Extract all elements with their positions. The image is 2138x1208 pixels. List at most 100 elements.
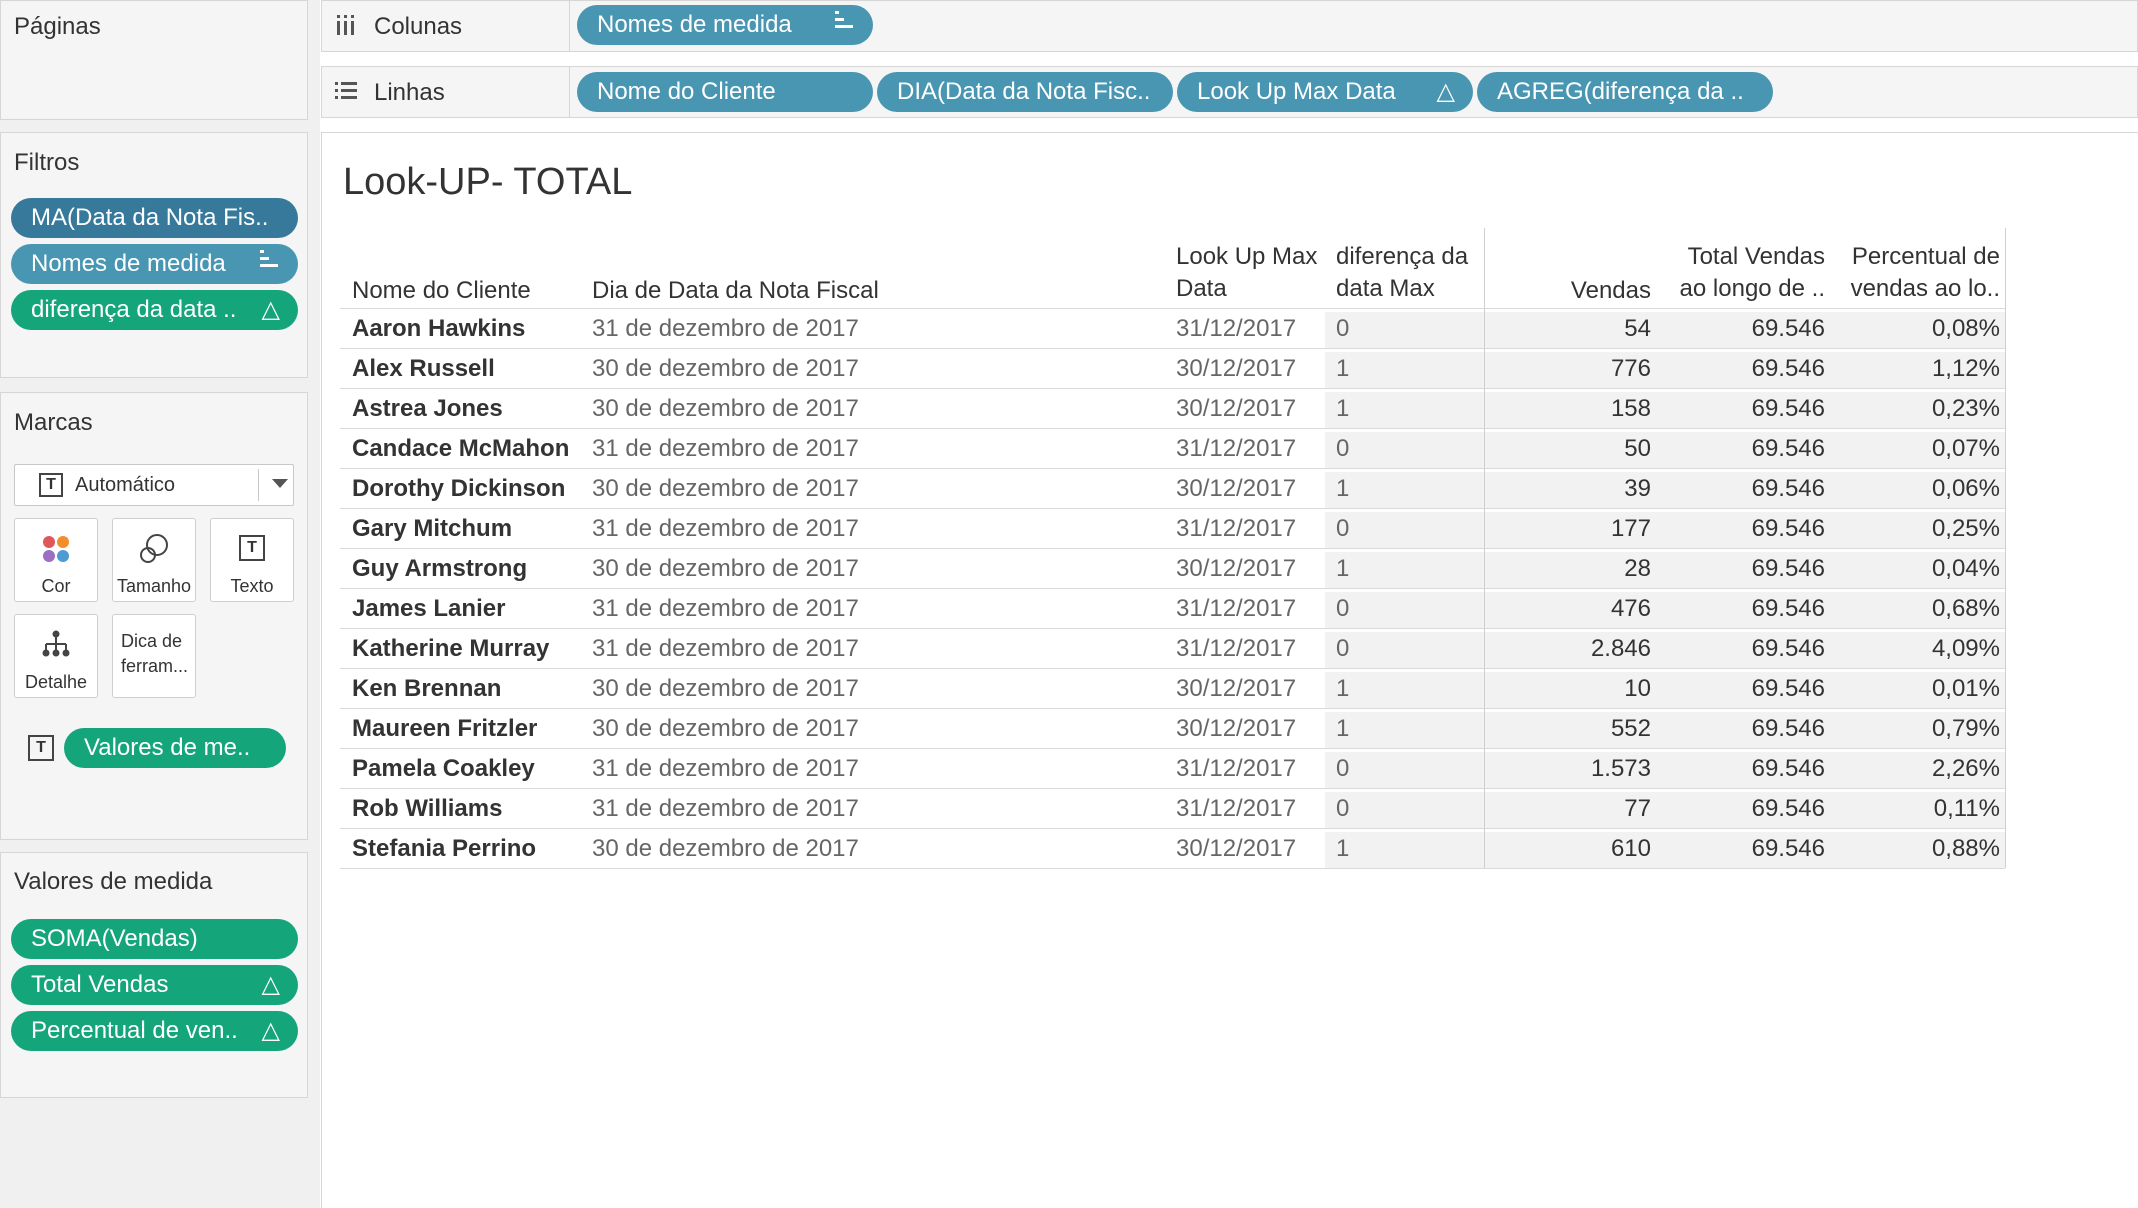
cell-sales[interactable]: 50 — [1486, 429, 1651, 469]
cell-invoice-day[interactable]: 31 de dezembro de 2017 — [592, 429, 859, 469]
cell-customer-name[interactable]: Gary Mitchum — [352, 509, 512, 549]
header-lookup-max-date[interactable]: Look Up Max Data — [1176, 241, 1317, 305]
cell-sales-percentage[interactable]: 0,04% — [1835, 549, 2000, 589]
cell-sales-percentage[interactable]: 1,12% — [1835, 349, 2000, 389]
cell-customer-name[interactable]: Guy Armstrong — [352, 549, 527, 589]
columns-shelf[interactable]: Colunas Nomes de medida — [321, 0, 2138, 52]
cell-sales[interactable]: 1.573 — [1486, 749, 1651, 789]
cell-date-difference[interactable]: 0 — [1336, 429, 1349, 469]
header-date-difference[interactable]: diferença da data Max — [1336, 241, 1468, 305]
cell-total-sales[interactable]: 69.546 — [1660, 389, 1825, 429]
cell-lookup-max-date[interactable]: 30/12/2017 — [1176, 669, 1296, 709]
cell-total-sales[interactable]: 69.546 — [1660, 789, 1825, 829]
cell-invoice-day[interactable]: 30 de dezembro de 2017 — [592, 669, 859, 709]
rows-shelf[interactable]: Linhas Nome do Cliente DIA(Data da Nota … — [321, 66, 2138, 118]
measure-pill-sales-sum[interactable]: SOMA(Vendas) — [11, 919, 298, 959]
cell-customer-name[interactable]: Candace McMahon — [352, 429, 569, 469]
cell-total-sales[interactable]: 69.546 — [1660, 669, 1825, 709]
header-sales[interactable]: Vendas — [1486, 275, 1651, 307]
cell-sales[interactable]: 177 — [1486, 509, 1651, 549]
cell-sales[interactable]: 610 — [1486, 829, 1651, 869]
cell-customer-name[interactable]: Rob Williams — [352, 789, 502, 829]
cell-invoice-day[interactable]: 30 de dezembro de 2017 — [592, 829, 859, 869]
size-mark-button[interactable]: Tamanho — [112, 518, 196, 602]
tooltip-mark-button[interactable]: Dica de ferram... — [112, 614, 196, 698]
cell-lookup-max-date[interactable]: 30/12/2017 — [1176, 469, 1296, 509]
cell-total-sales[interactable]: 69.546 — [1660, 429, 1825, 469]
cell-invoice-day[interactable]: 31 de dezembro de 2017 — [592, 789, 859, 829]
cell-total-sales[interactable]: 69.546 — [1660, 349, 1825, 389]
cell-date-difference[interactable]: 1 — [1336, 709, 1349, 749]
cell-customer-name[interactable]: Maureen Fritzler — [352, 709, 537, 749]
cell-sales-percentage[interactable]: 0,07% — [1835, 429, 2000, 469]
cell-total-sales[interactable]: 69.546 — [1660, 589, 1825, 629]
cell-lookup-max-date[interactable]: 30/12/2017 — [1176, 549, 1296, 589]
cell-sales-percentage[interactable]: 0,11% — [1835, 789, 2000, 829]
rows-pill-date-difference[interactable]: AGREG(diferença da .. — [1477, 72, 1773, 112]
cell-sales-percentage[interactable]: 0,23% — [1835, 389, 2000, 429]
cell-lookup-max-date[interactable]: 30/12/2017 — [1176, 389, 1296, 429]
cell-lookup-max-date[interactable]: 31/12/2017 — [1176, 429, 1296, 469]
cell-lookup-max-date[interactable]: 31/12/2017 — [1176, 309, 1296, 349]
cell-lookup-max-date[interactable]: 31/12/2017 — [1176, 749, 1296, 789]
measure-pill-sales-percentage[interactable]: Percentual de ven.. △ — [11, 1011, 298, 1051]
cell-total-sales[interactable]: 69.546 — [1660, 509, 1825, 549]
cell-invoice-day[interactable]: 31 de dezembro de 2017 — [592, 629, 859, 669]
cell-lookup-max-date[interactable]: 31/12/2017 — [1176, 509, 1296, 549]
cell-lookup-max-date[interactable]: 30/12/2017 — [1176, 829, 1296, 869]
color-mark-button[interactable]: Cor — [14, 518, 98, 602]
cell-total-sales[interactable]: 69.546 — [1660, 549, 1825, 589]
cell-invoice-day[interactable]: 30 de dezembro de 2017 — [592, 549, 859, 589]
header-sales-percentage[interactable]: Percentual de vendas ao lo.. — [1835, 241, 2000, 305]
cell-sales[interactable]: 77 — [1486, 789, 1651, 829]
cell-sales[interactable]: 2.846 — [1486, 629, 1651, 669]
cell-customer-name[interactable]: Dorothy Dickinson — [352, 469, 565, 509]
cell-sales[interactable]: 476 — [1486, 589, 1651, 629]
filter-pill-date-difference[interactable]: diferença da data .. △ — [11, 290, 298, 330]
cell-sales[interactable]: 39 — [1486, 469, 1651, 509]
cell-sales-percentage[interactable]: 0,08% — [1835, 309, 2000, 349]
cell-customer-name[interactable]: Alex Russell — [352, 349, 495, 389]
cell-sales-percentage[interactable]: 0,01% — [1835, 669, 2000, 709]
cell-total-sales[interactable]: 69.546 — [1660, 749, 1825, 789]
cell-invoice-day[interactable]: 30 de dezembro de 2017 — [592, 349, 859, 389]
cell-lookup-max-date[interactable]: 31/12/2017 — [1176, 789, 1296, 829]
cell-date-difference[interactable]: 1 — [1336, 549, 1349, 589]
filter-pill-measure-names[interactable]: Nomes de medida — [11, 244, 298, 284]
cell-date-difference[interactable]: 0 — [1336, 629, 1349, 669]
columns-pill-measure-names[interactable]: Nomes de medida — [577, 5, 873, 45]
cell-customer-name[interactable]: Katherine Murray — [352, 629, 549, 669]
mark-type-dropdown[interactable]: T Automático — [14, 464, 294, 506]
cell-total-sales[interactable]: 69.546 — [1660, 469, 1825, 509]
cell-sales[interactable]: 28 — [1486, 549, 1651, 589]
cell-date-difference[interactable]: 1 — [1336, 349, 1349, 389]
pages-panel[interactable]: Páginas — [0, 0, 308, 120]
chevron-down-icon[interactable] — [272, 479, 288, 488]
cell-lookup-max-date[interactable]: 30/12/2017 — [1176, 349, 1296, 389]
cell-sales[interactable]: 10 — [1486, 669, 1651, 709]
cell-sales[interactable]: 54 — [1486, 309, 1651, 349]
cell-sales-percentage[interactable]: 0,25% — [1835, 509, 2000, 549]
cell-date-difference[interactable]: 0 — [1336, 589, 1349, 629]
cell-sales[interactable]: 158 — [1486, 389, 1651, 429]
cell-lookup-max-date[interactable]: 31/12/2017 — [1176, 589, 1296, 629]
cell-total-sales[interactable]: 69.546 — [1660, 709, 1825, 749]
text-mark-button[interactable]: T Texto — [210, 518, 294, 602]
rows-pill-customer-name[interactable]: Nome do Cliente — [577, 72, 873, 112]
cell-invoice-day[interactable]: 31 de dezembro de 2017 — [592, 589, 859, 629]
detail-mark-button[interactable]: Detalhe — [14, 614, 98, 698]
cell-date-difference[interactable]: 1 — [1336, 829, 1349, 869]
measure-pill-total-sales[interactable]: Total Vendas △ — [11, 965, 298, 1005]
cell-sales[interactable]: 552 — [1486, 709, 1651, 749]
cell-customer-name[interactable]: Aaron Hawkins — [352, 309, 525, 349]
header-customer-name[interactable]: Nome do Cliente — [352, 275, 531, 307]
cell-invoice-day[interactable]: 31 de dezembro de 2017 — [592, 309, 859, 349]
marks-pill-measure-values[interactable]: Valores de me.. — [64, 728, 286, 768]
cell-total-sales[interactable]: 69.546 — [1660, 629, 1825, 669]
cell-customer-name[interactable]: Ken Brennan — [352, 669, 501, 709]
rows-pill-invoice-day[interactable]: DIA(Data da Nota Fisc.. — [877, 72, 1173, 112]
header-invoice-day[interactable]: Dia de Data da Nota Fiscal — [592, 275, 879, 307]
cell-sales-percentage[interactable]: 0,79% — [1835, 709, 2000, 749]
cell-date-difference[interactable]: 1 — [1336, 469, 1349, 509]
cell-invoice-day[interactable]: 31 de dezembro de 2017 — [592, 509, 859, 549]
